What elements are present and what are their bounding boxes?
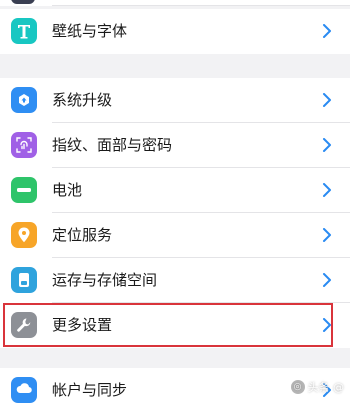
settings-item-location[interactable]: 定位服务 [0, 213, 350, 258]
chevron-right-icon [323, 93, 331, 107]
settings-item-fingerprint-face-password[interactable]: 指纹、面部与密码 [0, 123, 350, 168]
settings-item-battery[interactable]: 电池 [0, 168, 350, 213]
chevron-right-icon [323, 138, 331, 152]
watermark: ◎ 头条 @ [290, 379, 345, 395]
wallpaper-font-icon [11, 18, 37, 44]
settings-item-label: 电池 [52, 181, 83, 199]
settings-item-more-settings[interactable]: 更多设置 [0, 303, 350, 348]
chevron-right-icon [323, 228, 331, 242]
settings-item-wallpaper-font[interactable]: 壁纸与字体 [0, 9, 350, 54]
settings-item-label: 帐户与同步 [52, 381, 128, 399]
chevron-right-icon [323, 318, 331, 332]
location-icon [11, 222, 37, 248]
fingerprint-icon [11, 132, 37, 158]
settings-item-label: 指纹、面部与密码 [52, 136, 173, 154]
battery-icon [11, 177, 37, 203]
settings-group-display: 壁纸与字体 [0, 9, 350, 54]
previous-item-icon [11, 0, 35, 4]
watermark-text: 头条 @ [307, 381, 345, 394]
system-update-icon [11, 87, 37, 113]
settings-item-label: 更多设置 [52, 316, 113, 334]
previous-settings-item[interactable] [0, 0, 350, 6]
settings-item-system-update[interactable]: 系统升级 [0, 78, 350, 123]
divider [52, 5, 350, 6]
settings-item-label: 系统升级 [52, 91, 113, 109]
settings-item-storage[interactable]: 运存与存储空间 [0, 258, 350, 303]
storage-icon [11, 267, 37, 293]
settings-item-label: 壁纸与字体 [52, 22, 128, 40]
chevron-right-icon [323, 24, 331, 38]
chevron-right-icon [323, 273, 331, 287]
settings-item-label: 运存与存储空间 [52, 271, 158, 289]
settings-item-label: 定位服务 [52, 226, 113, 244]
settings-group-system: 系统升级 指纹、面部与密码 电池 定位服务 运存与存储空间 更多设置 [0, 78, 350, 348]
account-sync-icon [11, 377, 37, 403]
wrench-icon [11, 312, 37, 338]
chevron-right-icon [323, 183, 331, 197]
watermark-logo-icon: ◎ [290, 380, 305, 394]
